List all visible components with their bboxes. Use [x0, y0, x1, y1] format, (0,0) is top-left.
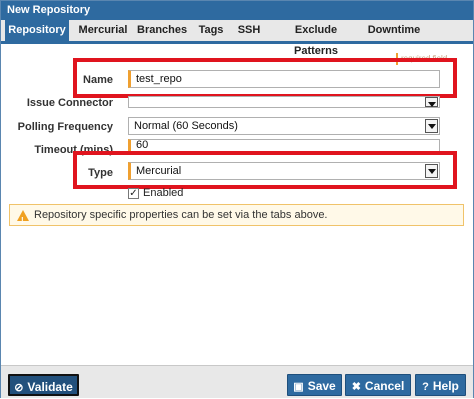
tab-bar: Repository Mercurial Branches Tags SSH E… — [1, 20, 473, 57]
cancel-button[interactable]: ✖ Cancel — [345, 374, 411, 396]
issue-connector-chevron-down-icon[interactable] — [425, 97, 438, 107]
tab-branches[interactable]: Branches — [137, 20, 187, 41]
new-repository-dialog: New Repository Repository Mercurial Bran… — [0, 0, 474, 398]
polling-frequency-label: Polling Frequency — [17, 121, 113, 133]
issue-connector-select[interactable] — [128, 96, 440, 108]
validate-button[interactable]: ⊘ Validate — [8, 374, 79, 396]
check-circle-icon: ⊘ — [14, 382, 24, 394]
tab-repository[interactable]: Repository — [5, 20, 69, 41]
save-label: Save — [307, 379, 336, 393]
tab-downtime[interactable]: Downtime — [365, 20, 423, 41]
issue-connector-label: Issue Connector — [26, 97, 113, 109]
tab-ssh[interactable]: SSH — [235, 20, 263, 41]
help-label: Help — [432, 379, 459, 393]
warning-icon — [17, 210, 29, 231]
save-icon: ▣ — [293, 381, 304, 393]
help-icon: ? — [422, 381, 429, 393]
tab-mercurial[interactable]: Mercurial — [77, 20, 129, 41]
close-icon: ✖ — [351, 381, 361, 393]
cancel-label: Cancel — [364, 379, 405, 393]
name-highlight-box — [73, 58, 457, 98]
polling-frequency-value: Normal (60 Seconds) — [134, 120, 238, 132]
enabled-checkbox[interactable]: ✓ — [128, 188, 139, 199]
type-highlight-box — [73, 151, 457, 189]
dialog-footer: ⊘ Validate ▣ Save ✖ Cancel ? Help — [1, 365, 473, 398]
info-notice: Repository specific properties can be se… — [9, 204, 464, 231]
tab-tags[interactable]: Tags — [195, 20, 227, 41]
enabled-label: Enabled — [143, 187, 184, 199]
validate-label: Validate — [27, 380, 73, 394]
save-button[interactable]: ▣ Save — [287, 374, 342, 396]
help-button[interactable]: ? Help — [415, 374, 466, 396]
polling-frequency-select[interactable]: Normal (60 Seconds) — [128, 117, 440, 135]
dialog-title: New Repository — [1, 1, 473, 20]
chevron-down-icon[interactable] — [425, 119, 438, 133]
notice-text: Repository specific properties can be se… — [34, 209, 328, 221]
tab-exclude-patterns[interactable]: Exclude Patterns — [273, 20, 359, 57]
